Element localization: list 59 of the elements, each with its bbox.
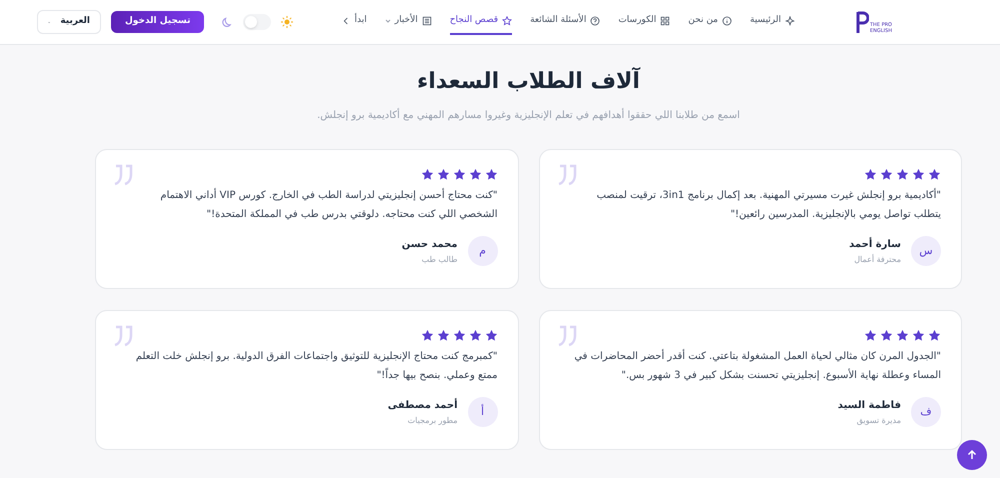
nav-link[interactable]: الرئيسية (750, 9, 795, 35)
quote-text: "كنت محتاج أحسن إنجليزيتي لدراسة الطب في الخارج. كورس VIP أداني الاهتمام الشخصي اللي كنت محتاجه. دلوقتي بدرس طب في المملكة المتحدة!" (159, 187, 498, 222)
nav-link[interactable]: الأخبار (384, 9, 432, 35)
quote-text: "كمبرمج كنت محتاج الإنجليزية للتوثيق واجتماعات الفرق الدولية. برو إنجلش خلت التعلم ممتع وعملي. بنصح بيها جداً!" (134, 350, 498, 383)
avatar: أ (468, 397, 498, 427)
theme-toggle[interactable] (243, 14, 272, 30)
nav-link[interactable]: الكورسات (618, 9, 670, 35)
avatar: س (911, 236, 941, 266)
question-icon (590, 16, 600, 26)
author-name: أحمد مصطفى (388, 398, 458, 412)
star-icon (436, 168, 450, 181)
star-icon (864, 329, 877, 342)
moon-icon (222, 16, 234, 28)
star-icon (484, 168, 498, 181)
star-icon (864, 168, 877, 181)
quote-text: "الجدول المرن كان مثالي لحياة العمل المشغولة بتاعتي. كنت أقدر أحضر المحاضرات في المساء وعطلة نهاية الأسبوع. إنجليزيتي تحسنت بشكل كبير في 3 شهور بس." (573, 348, 941, 383)
sparkle-icon (785, 16, 795, 26)
author-name: محمد حسن (402, 238, 458, 252)
author-role: طالب طب (420, 254, 458, 266)
author-name: فاطمة السيد (838, 398, 901, 412)
login-button[interactable]: تسجيل الدخول (111, 11, 204, 33)
author-role: مطور برمجيات (406, 414, 458, 426)
scroll-top-button[interactable] (957, 440, 987, 470)
info-icon (722, 16, 732, 26)
author-name: سارة أحمد (849, 236, 901, 252)
author-role: مديرة تسويق (856, 414, 901, 426)
nav-link[interactable]: من نحن (688, 9, 732, 35)
avatar: م (468, 236, 498, 266)
avatar: ف (911, 397, 941, 427)
star-icon (484, 329, 498, 342)
grid-icon (660, 16, 670, 26)
section-subtitle: اسمع من طلابنا اللي حققوا أهدافهم في تعلم الإنجليزية وغيروا مسارهم المهني مع أكاديمية برو إنجلش. (316, 108, 741, 123)
language-select[interactable]: العربية (37, 10, 101, 34)
nav-link[interactable]: قصص النجاح (450, 9, 512, 35)
star-icon (880, 168, 893, 181)
author-role: محترفة أعمال (853, 254, 901, 266)
star-icon (452, 168, 466, 181)
newspaper-icon (422, 16, 432, 26)
logo-icon (855, 10, 869, 34)
sun-icon (281, 16, 294, 28)
star-icon (420, 329, 434, 342)
star-icon (912, 329, 925, 342)
star-icon (928, 168, 941, 181)
nav-link[interactable]: الأسئلة الشائعة (530, 9, 600, 35)
star-icon (420, 168, 434, 181)
star-icon (896, 168, 909, 181)
star-icon (468, 168, 482, 181)
star-icon (912, 168, 925, 181)
quote-text: "أكاديمية برو إنجلش غيرت مسيرتي المهنية. بعد إكمال برنامج 3in1، ترقيت لمنصب يتطلب تواصل يومي بالإنجليزية. المدرسين رائعين!" (596, 187, 941, 222)
star-icon (468, 329, 482, 342)
nav-link[interactable]: ابدأ (340, 9, 367, 35)
star-icon (436, 329, 450, 342)
star-icon (896, 329, 909, 342)
star-icon (928, 329, 941, 342)
star-icon (452, 329, 466, 342)
section-heading: آلاف الطلاب السعداء (416, 66, 642, 96)
star-icon (880, 329, 893, 342)
arrow-up-icon (966, 449, 978, 461)
star-icon (502, 16, 512, 26)
